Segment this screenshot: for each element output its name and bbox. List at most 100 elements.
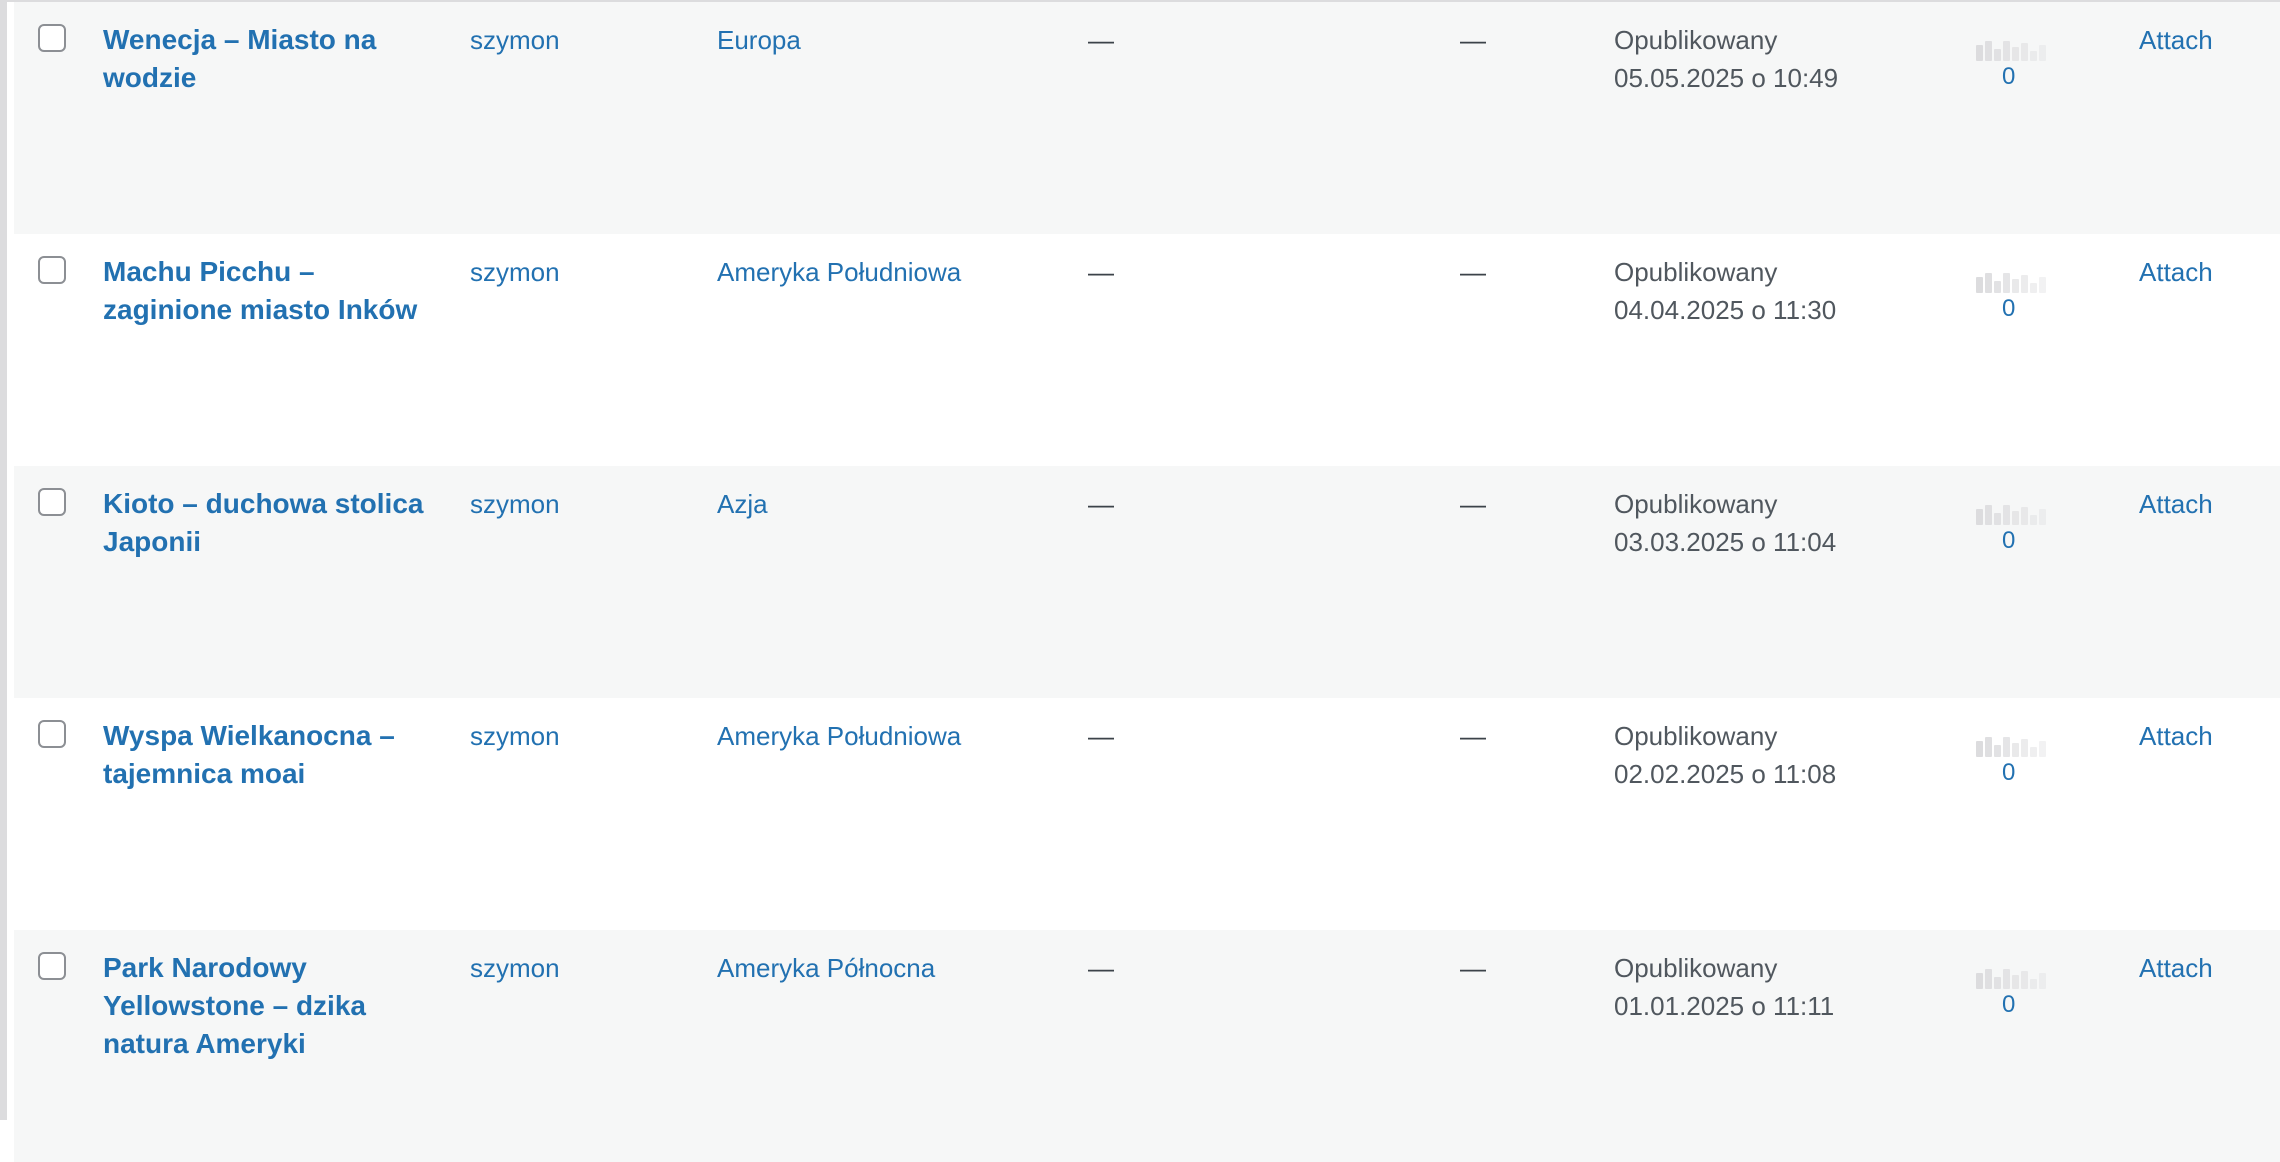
post-status: Opublikowany 01.01.2025 o 11:11 [1614,949,1834,1025]
stats-bar [2030,515,2037,525]
stats-bar [2039,509,2046,525]
bar-chart-icon[interactable] [1976,731,2056,757]
attach-link[interactable]: Attach [2139,949,2213,987]
category-link[interactable]: Ameryka Południowa [717,253,961,291]
stats-bar [2021,275,2028,293]
row-checkbox[interactable] [38,488,66,516]
post-status: Opublikowany 04.04.2025 o 11:30 [1614,253,1836,329]
table-row: Machu Picchu – zaginione miasto Inków sz… [14,234,2280,466]
stats-bar [1985,505,1992,525]
stats-bar [2012,511,2019,525]
publish-date: 05.05.2025 o 10:49 [1614,63,1839,93]
status-label: Opublikowany [1614,721,1778,751]
views-count-link[interactable]: 0 [2002,294,2015,324]
stats-bar [2012,47,2019,61]
post-title-link[interactable]: Machu Picchu – zaginione miasto Inków [103,253,443,329]
table-row: Wenecja – Miasto na wodzie szymon Europa… [14,2,2280,234]
stats-bar [2012,743,2019,757]
category-link[interactable]: Ameryka Północna [717,949,935,987]
table-row: Wyspa Wielkanocna – tajemnica moai szymo… [14,698,2280,930]
publish-date: 01.01.2025 o 11:11 [1614,991,1835,1021]
category-link[interactable]: Europa [717,21,801,59]
post-title-link[interactable]: Park Narodowy Yellowstone – dzika natura… [103,949,443,1063]
stats-bar [1985,273,1992,293]
stats-bar [2021,971,2028,989]
stats-bar [2003,505,2010,525]
stats-bar [2003,41,2010,61]
stats-bar [2021,507,2028,525]
stats-bar [1976,973,1983,989]
author-link[interactable]: szymon [470,21,560,59]
post-title-link[interactable]: Wenecja – Miasto na wodzie [103,21,443,97]
attach-link[interactable]: Attach [2139,485,2213,523]
stats-bar [2039,973,2046,989]
bar-chart-icon[interactable] [1976,499,2056,525]
status-label: Opublikowany [1614,489,1778,519]
stats-bar [1976,277,1983,293]
bar-chart-icon[interactable] [1976,963,2056,989]
author-link[interactable]: szymon [470,253,560,291]
views-count-link[interactable]: 0 [2002,990,2015,1020]
stats-bar [1994,745,2001,757]
views-count-link[interactable]: 0 [2002,526,2015,556]
stats-bar [1985,737,1992,757]
tags-value: — [1088,953,1114,983]
comments-value: — [1460,257,1486,287]
post-status: Opublikowany 02.02.2025 o 11:08 [1614,717,1836,793]
row-checkbox[interactable] [38,720,66,748]
stats-bar [1994,49,2001,61]
row-checkbox[interactable] [38,24,66,52]
publish-date: 04.04.2025 o 11:30 [1614,295,1837,325]
author-link[interactable]: szymon [470,485,560,523]
tags-value: — [1088,721,1114,751]
posts-table: Wenecja – Miasto na wodzie szymon Europa… [0,0,2280,1162]
category-link[interactable]: Azja [717,485,768,523]
stats-bar [2039,277,2046,293]
table-row: Park Narodowy Yellowstone – dzika natura… [14,930,2280,1162]
stats-bar [2012,975,2019,989]
row-checkbox[interactable] [38,952,66,980]
stats-bar [2021,43,2028,61]
comments-value: — [1460,489,1486,519]
post-title-link[interactable]: Wyspa Wielkanocna – tajemnica moai [103,717,443,793]
comments-value: — [1460,25,1486,55]
bar-chart-icon[interactable] [1976,267,2056,293]
stats-bar [1985,41,1992,61]
author-link[interactable]: szymon [470,717,560,755]
author-link[interactable]: szymon [470,949,560,987]
table-row: Kioto – duchowa stolica Japonii szymon A… [14,466,2280,698]
status-label: Opublikowany [1614,257,1778,287]
status-label: Opublikowany [1614,953,1778,983]
stats-bar [2012,279,2019,293]
category-link[interactable]: Ameryka Południowa [717,717,961,755]
attach-link[interactable]: Attach [2139,21,2213,59]
stats-bar [2039,45,2046,61]
attach-link[interactable]: Attach [2139,253,2213,291]
post-status: Opublikowany 05.05.2025 o 10:49 [1614,21,1838,97]
stats-bar [2021,739,2028,757]
stats-bar [2003,969,2010,989]
post-status: Opublikowany 03.03.2025 o 11:04 [1614,485,1836,561]
stats-bar [1976,741,1983,757]
comments-value: — [1460,953,1486,983]
attach-link[interactable]: Attach [2139,717,2213,755]
status-label: Opublikowany [1614,25,1778,55]
stats-bar [1994,977,2001,989]
views-count-link[interactable]: 0 [2002,758,2015,788]
tags-value: — [1088,257,1114,287]
stats-bar [1994,513,2001,525]
publish-date: 02.02.2025 o 11:08 [1614,759,1837,789]
row-checkbox[interactable] [38,256,66,284]
stats-bar [2039,741,2046,757]
publish-date: 03.03.2025 o 11:04 [1614,527,1837,557]
stats-bar [1976,45,1983,61]
stats-bar [2003,737,2010,757]
bar-chart-icon[interactable] [1976,35,2056,61]
views-count-link[interactable]: 0 [2002,62,2015,92]
tags-value: — [1088,489,1114,519]
stats-bar [1985,969,1992,989]
comments-value: — [1460,721,1486,751]
post-title-link[interactable]: Kioto – duchowa stolica Japonii [103,485,443,561]
tags-value: — [1088,25,1114,55]
stats-bar [1994,281,2001,293]
